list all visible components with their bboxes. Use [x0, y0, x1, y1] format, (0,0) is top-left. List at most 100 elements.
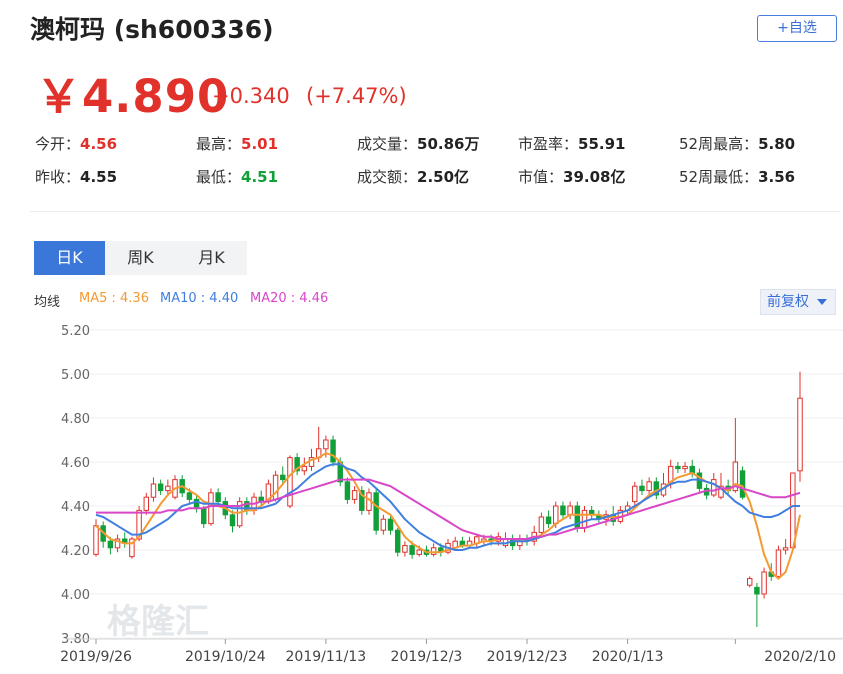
candle-body [675, 465, 681, 470]
candle-body [739, 470, 746, 498]
candle [93, 519, 99, 557]
candle-body [761, 571, 767, 595]
candle-body [107, 540, 114, 549]
candle [545, 510, 552, 528]
candle-body [567, 505, 573, 516]
candle [588, 506, 595, 520]
candle [718, 473, 724, 500]
candle-body [409, 545, 415, 555]
candle [122, 532, 128, 548]
candle-body [402, 545, 408, 553]
candle [129, 536, 135, 559]
stat-low: 最低：4.51 [196, 168, 279, 186]
candle-body [215, 492, 221, 503]
x-tick-label: 2019/11/13 [286, 649, 367, 665]
candle-body [287, 457, 293, 507]
period-tabs: 日K 周K 月K [34, 241, 247, 275]
ma10-line [95, 463, 800, 551]
candle-body [208, 492, 214, 525]
x-axis: 2019/9/26 2019/10/24 2019/11/13 2019/12/3 20… [60, 638, 843, 665]
candle [675, 462, 681, 473]
candle [373, 488, 379, 535]
divider [30, 211, 840, 212]
candle-body [646, 481, 652, 492]
candle-body [639, 485, 645, 492]
candle-body [280, 474, 286, 481]
y-tick-label: 4.20 [61, 544, 90, 559]
candle [632, 481, 638, 506]
candle [143, 492, 150, 515]
candle-body [344, 481, 351, 500]
stat-prev-close: 昨收：4.55 [35, 168, 118, 186]
candle-body [373, 492, 379, 531]
candle [782, 539, 789, 555]
candle [660, 473, 667, 498]
candle-body [165, 485, 171, 492]
candle [596, 510, 602, 524]
candle-body [682, 465, 688, 470]
stat-52w-high: 52周最高：5.80 [679, 135, 796, 153]
candle-body [93, 525, 99, 555]
candle-body [186, 492, 193, 500]
stat-high: 最高：5.01 [196, 135, 279, 153]
candle [732, 418, 739, 493]
watermark: 格隆汇 [107, 602, 209, 642]
candle [560, 501, 566, 520]
y-tick-label: 5.00 [61, 368, 90, 383]
stat-market-cap: 市值：39.08亿 [518, 168, 626, 186]
current-price: ￥4.890 [36, 70, 230, 123]
candle [294, 453, 300, 476]
candle [517, 534, 523, 550]
ma5-legend: MA5 : 4.36 [79, 291, 149, 306]
candle-body [711, 479, 717, 496]
candle-body [538, 516, 545, 533]
stat-52w-low: 52周最低：3.56 [679, 168, 796, 186]
candle [617, 506, 624, 524]
adjust-dropdown[interactable]: 前复权 [760, 289, 836, 315]
price-change-percent: (+7.47%) [306, 84, 407, 108]
candle [639, 479, 645, 495]
x-tick-label: 2020/1/13 [592, 649, 664, 665]
candle-body [323, 439, 329, 450]
ma10-legend: MA10 : 4.40 [160, 291, 239, 306]
candle-body [143, 496, 150, 511]
candle-body [553, 505, 559, 525]
candle [797, 371, 803, 482]
candle-body [272, 474, 279, 500]
candle [402, 541, 408, 557]
candle-body [782, 547, 789, 551]
add-watchlist-button[interactable]: +自选 [757, 15, 837, 42]
candle [761, 567, 767, 599]
candle [351, 486, 358, 504]
tab-weekly-k[interactable]: 周K [105, 241, 176, 275]
candle-body [797, 397, 803, 472]
y-tick-label: 4.60 [61, 456, 90, 471]
y-tick-label: 4.80 [61, 412, 90, 427]
tab-daily-k[interactable]: 日K [34, 241, 105, 275]
kline-chart[interactable]: 格隆汇 5.205.004.804.604.404.204.003.80 201… [0, 318, 843, 674]
candle [330, 435, 336, 467]
candle-body [545, 516, 552, 525]
x-tick-label: 2019/12/23 [487, 649, 568, 665]
candle-body [775, 549, 782, 577]
candle [157, 479, 164, 495]
x-tick-label: 2020/2/10 [764, 649, 836, 665]
candle-body [301, 465, 308, 472]
ma20-legend: MA20 : 4.46 [250, 291, 329, 306]
candle-body [157, 483, 164, 492]
x-tick-label: 2019/12/3 [391, 649, 463, 665]
candle [754, 583, 760, 627]
stat-turnover: 成交额：2.50亿 [357, 168, 470, 186]
candle [272, 470, 279, 502]
stock-title: 澳柯玛 (sh600336) [30, 15, 274, 44]
candle [502, 532, 509, 548]
candle-body [351, 490, 358, 500]
candle-body [150, 483, 157, 498]
tab-monthly-k[interactable]: 月K [176, 241, 247, 275]
candle [531, 525, 537, 546]
ma-legend-label: 均线 [34, 295, 61, 310]
candle [646, 477, 652, 495]
candle-body [394, 529, 401, 553]
candle-body [330, 439, 336, 463]
candle [201, 506, 207, 528]
